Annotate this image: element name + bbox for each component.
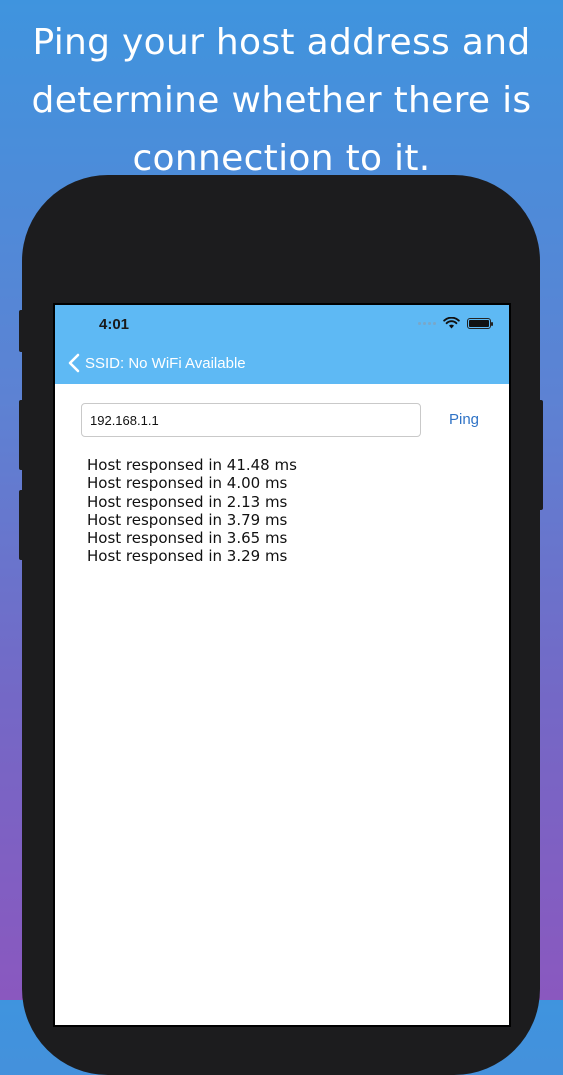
host-address-input[interactable] [81,403,421,437]
wifi-icon [443,317,460,329]
navigation-bar: 4:01 SSID: No WiFi Available [55,305,509,384]
phone-side-button [19,310,24,352]
phone-side-button [538,400,543,510]
ping-results-list: Host responsed in 41.48 ms Host response… [87,456,297,566]
headline-line: determine whether there is [31,80,532,121]
phone-side-button [19,400,24,470]
ping-button[interactable]: Ping [449,411,479,428]
phone-side-button [19,490,24,560]
ping-result-item: Host responsed in 3.65 ms [87,529,288,548]
ping-result-item: Host responsed in 3.79 ms [87,510,288,529]
promo-headline: Ping your host address and determine whe… [0,14,563,188]
battery-icon [467,317,493,329]
ping-result-item: Host responsed in 2.13 ms [87,492,288,511]
headline-line: Ping your host address and [32,22,531,63]
ping-result-item: Host responsed in 4.00 ms [87,474,288,493]
back-button-label: SSID: No WiFi Available [85,354,246,372]
ping-result-item: Host responsed in 3.29 ms [87,547,288,566]
chevron-left-icon [68,353,80,373]
status-icons [418,317,493,329]
ping-result-item: Host responsed in 41.48 ms [87,456,297,474]
back-button[interactable]: SSID: No WiFi Available [67,353,246,373]
signal-dots-icon [418,321,436,325]
status-time: 4:01 [99,316,130,333]
phone-screen: 4:01 SSID: No WiFi Available Ping Host r… [53,303,511,1027]
